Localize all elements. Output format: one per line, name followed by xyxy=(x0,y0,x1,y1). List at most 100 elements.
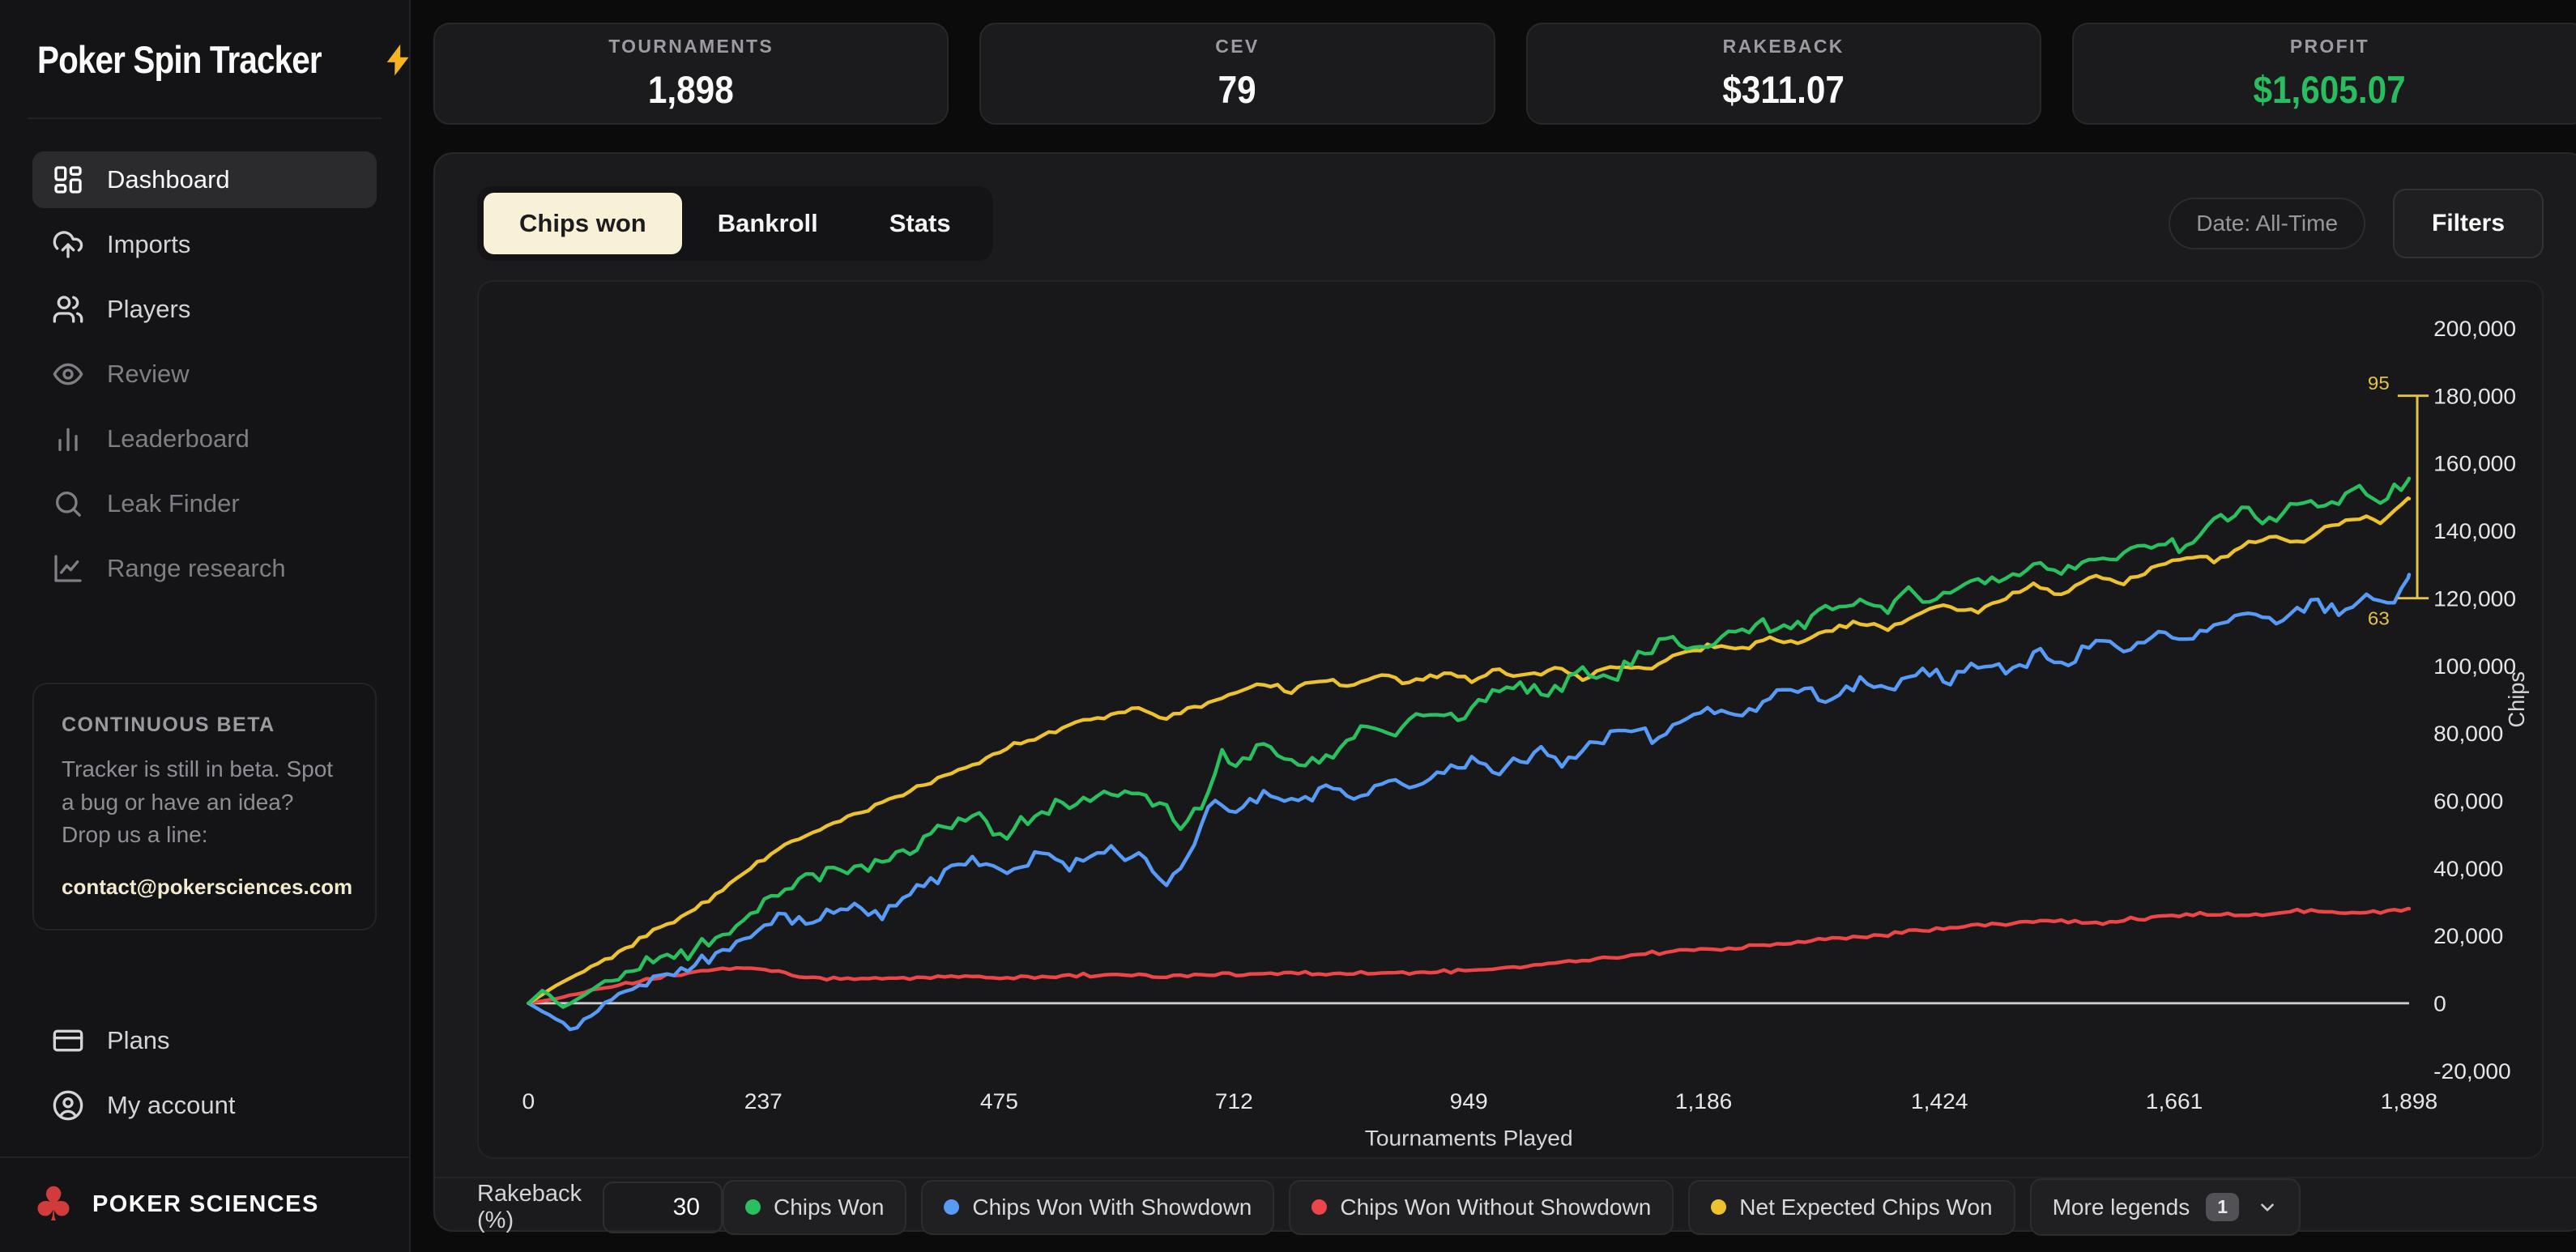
app-root: Poker Spin Tracker Dashboard Imports Playe… xyxy=(0,0,2576,1252)
x-tick-label: 237 xyxy=(744,1088,783,1113)
x-tick-label: 949 xyxy=(1450,1088,1488,1113)
main-content: TOURNAMENTS 1,898 CEV 79 RAKEBACK$311.07 PROF… xyxy=(411,0,2576,1252)
stats-row: TOURNAMENTS 1,898 CEV 79 RAKEBACK$311.07 PROF… xyxy=(433,23,2576,125)
stat-value: $1,605.07 xyxy=(2254,67,2406,112)
sidebar-item-review[interactable]: Review xyxy=(32,346,377,402)
eye-icon xyxy=(52,358,84,390)
y-tick-label: -20,000 xyxy=(2433,1058,2511,1083)
header-right: Date: All-Time Filters xyxy=(2169,189,2544,258)
sidebar-item-imports[interactable]: Imports xyxy=(32,216,377,273)
tab-group: Chips wonBankrollStats xyxy=(477,186,993,261)
x-tick-label: 1,898 xyxy=(2381,1088,2438,1113)
beta-body: Tracker is still in beta. Spot a bug or … xyxy=(62,753,348,852)
series-net-expected-chips-won xyxy=(528,498,2409,1003)
nav-label: My account xyxy=(107,1091,236,1120)
nav-label: Leak Finder xyxy=(107,489,240,518)
app-logo: Poker Spin Tracker xyxy=(32,37,377,82)
legend-label: Chips Won Without Showdown xyxy=(1340,1195,1651,1220)
app-title: Poker Spin Tracker xyxy=(37,37,322,82)
nav-label: Leaderboard xyxy=(107,424,249,454)
contact-email-link[interactable]: contact@pokersciences.com xyxy=(62,875,348,900)
rakeback-input[interactable] xyxy=(603,1182,723,1233)
legend-chips-won[interactable]: Chips Won xyxy=(723,1180,906,1235)
beta-notice: CONTINUOUS BETA Tracker is still in beta… xyxy=(32,683,377,930)
sidebar-divider xyxy=(28,117,382,119)
sidebar-item-dashboard[interactable]: Dashboard xyxy=(32,151,377,208)
tab-chips-won[interactable]: Chips won xyxy=(484,193,682,254)
chips-line-chart[interactable]: 200,000180,000160,000140,000120,000100,0… xyxy=(479,282,2542,1157)
more-legends-label: More legends xyxy=(2053,1195,2190,1220)
nav-label: Imports xyxy=(107,230,190,259)
sidebar: Poker Spin Tracker Dashboard Imports Playe… xyxy=(0,0,411,1252)
more-legends-count-badge: 1 xyxy=(2206,1193,2239,1221)
chart-bottom-bar: Rakeback (%) Chips WonChips Won With Sho… xyxy=(435,1177,2576,1236)
legend-dot-icon xyxy=(745,1199,761,1215)
sidebar-item-my-account[interactable]: My account xyxy=(32,1077,377,1134)
sidebar-item-players[interactable]: Players xyxy=(32,281,377,338)
series-chips-won-with-showdown xyxy=(528,574,2409,1029)
y-tick-label: 60,000 xyxy=(2433,789,2503,813)
legend-net-expected-chips-won[interactable]: Net Expected Chips Won xyxy=(1688,1180,2015,1235)
ci-top-label: 95 xyxy=(2368,373,2390,394)
chart-plot-area[interactable]: 200,000180,000160,000140,000120,000100,0… xyxy=(477,280,2544,1159)
tab-bankroll[interactable]: Bankroll xyxy=(682,193,854,254)
y-tick-label: 120,000 xyxy=(2433,586,2516,611)
legend-dot-icon xyxy=(1711,1199,1726,1215)
chart-header: Chips wonBankrollStats Date: All-Time Fi… xyxy=(435,154,2576,261)
sidebar-item-leak-finder[interactable]: Leak Finder xyxy=(32,475,377,532)
x-tick-label: 712 xyxy=(1215,1088,1253,1113)
stat-card-profit: PROFIT$1,605.07 xyxy=(2072,23,2576,125)
y-tick-label: 200,000 xyxy=(2433,316,2516,340)
chart-card: Chips wonBankrollStats Date: All-Time Fi… xyxy=(433,152,2576,1232)
nav-label: Plans xyxy=(107,1026,170,1055)
ci-bottom-label: 63 xyxy=(2368,609,2390,630)
cloud-upload-icon xyxy=(52,228,84,261)
nav-label: Dashboard xyxy=(107,165,230,194)
line-chart-icon xyxy=(52,552,84,585)
sidebar-item-range-research[interactable]: Range research xyxy=(32,540,377,597)
y-axis-title: Chips xyxy=(2503,671,2529,728)
legend-chips-won-with-showdown[interactable]: Chips Won With Showdown xyxy=(921,1180,1274,1235)
legend-chips-won-without-showdown[interactable]: Chips Won Without Showdown xyxy=(1289,1180,1674,1235)
nav-label: Players xyxy=(107,295,190,324)
sidebar-item-plans[interactable]: Plans xyxy=(32,1012,377,1069)
nav-label: Review xyxy=(107,360,190,389)
series-chips-won xyxy=(528,479,2409,1007)
stat-card-cev: CEV 79 xyxy=(979,23,1495,125)
stat-label: TOURNAMENTS xyxy=(608,36,774,57)
y-tick-label: 160,000 xyxy=(2433,451,2516,475)
stat-card-tournaments: TOURNAMENTS 1,898 xyxy=(433,23,949,125)
sidebar-bottom-nav: Plans My account xyxy=(32,1012,377,1134)
stat-label: CEV xyxy=(1215,36,1259,57)
x-tick-label: 1,661 xyxy=(2146,1088,2203,1113)
y-tick-label: 140,000 xyxy=(2433,519,2516,543)
more-legends-button[interactable]: More legends 1 xyxy=(2030,1178,2301,1236)
user-circle-icon xyxy=(52,1089,84,1122)
x-tick-label: 0 xyxy=(522,1088,535,1113)
stat-value: 1,898 xyxy=(648,67,734,112)
y-tick-label: 40,000 xyxy=(2433,856,2503,880)
sidebar-item-leaderboard[interactable]: Leaderboard xyxy=(32,411,377,467)
credit-card-icon xyxy=(52,1024,84,1057)
stat-value: 79 xyxy=(1218,67,1256,112)
y-tick-label: 20,000 xyxy=(2433,924,2503,948)
sidebar-bottom: PlansMy account ♣ POKER SCIENCES xyxy=(32,1012,377,1252)
sidebar-footer: ♣ POKER SCIENCES xyxy=(0,1156,409,1252)
x-tick-label: 1,424 xyxy=(1911,1088,1968,1113)
legend-dot-icon xyxy=(1311,1199,1327,1215)
filters-button[interactable]: Filters xyxy=(2393,189,2544,258)
date-filter-pill[interactable]: Date: All-Time xyxy=(2169,198,2365,249)
y-tick-label: 180,000 xyxy=(2433,384,2516,408)
dashboard-icon xyxy=(52,164,84,196)
search-icon xyxy=(52,488,84,520)
legend-dot-icon xyxy=(944,1199,959,1215)
x-tick-label: 475 xyxy=(980,1088,1018,1113)
stat-card-rakeback: RAKEBACK$311.07 xyxy=(1526,23,2041,125)
legend-label: Net Expected Chips Won xyxy=(1739,1195,1992,1220)
nav-label: Range research xyxy=(107,554,286,583)
stat-label: RAKEBACK xyxy=(1723,36,1845,57)
legend-group: Chips Won Chips Won With Showdown Chips Wo… xyxy=(723,1178,2301,1236)
tab-stats[interactable]: Stats xyxy=(854,193,987,254)
y-tick-label: 0 xyxy=(2433,991,2446,1016)
bar-chart-icon xyxy=(52,423,84,455)
